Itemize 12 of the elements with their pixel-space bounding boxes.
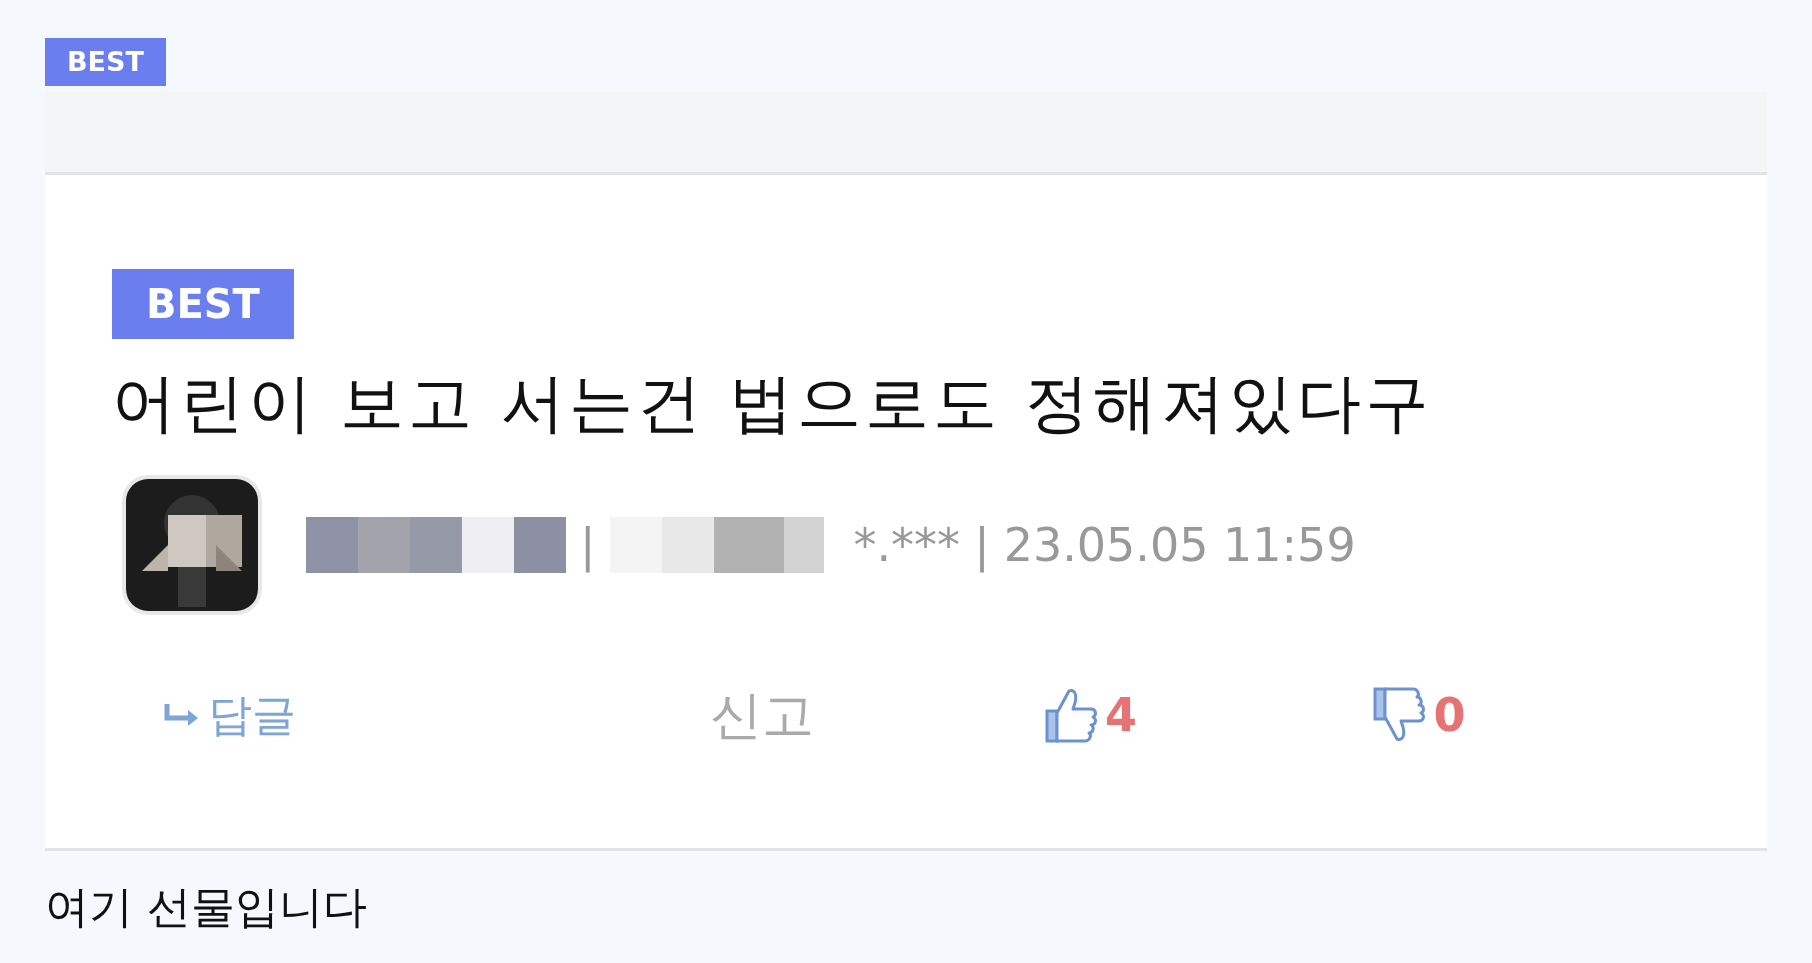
report-button[interactable]: 신고: [709, 685, 1043, 745]
separator: |: [580, 518, 596, 572]
like-button[interactable]: 4: [1042, 685, 1372, 745]
comment-text: 어린이 보고 서는건 법으로도 정해져있다구: [112, 365, 1434, 442]
comment-date: 23.05.05 11:59: [1003, 518, 1356, 572]
dislike-button[interactable]: 0: [1371, 685, 1700, 745]
best-badge: BEST: [45, 38, 166, 86]
message-text: 여기 선물입니다: [45, 880, 367, 934]
separator: |: [974, 518, 990, 572]
reply-button[interactable]: 답글: [162, 685, 710, 745]
ip-address: *.***: [853, 518, 961, 572]
best-badge: BEST: [112, 269, 294, 339]
